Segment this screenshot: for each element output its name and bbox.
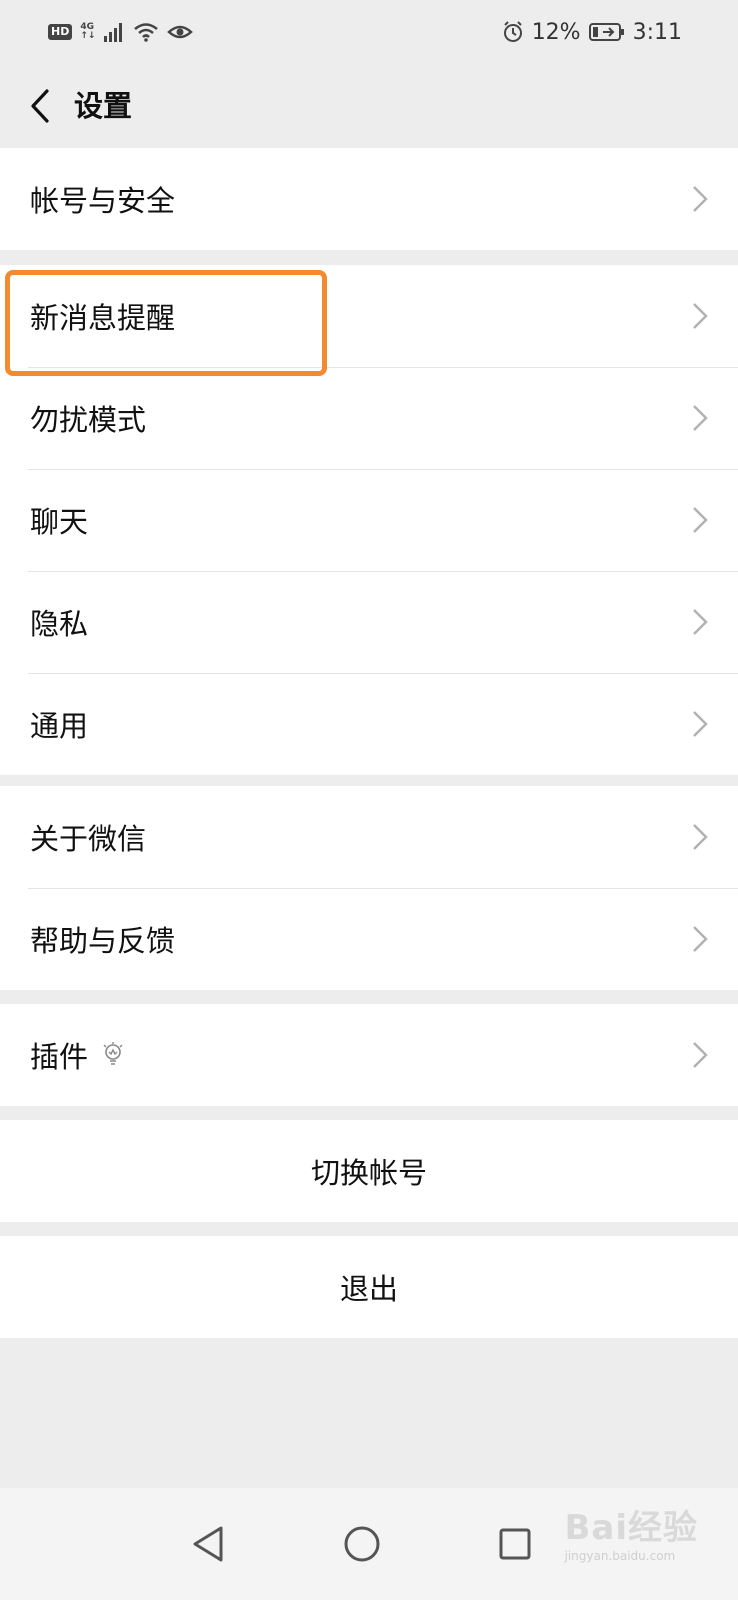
back-button[interactable] <box>18 82 62 130</box>
alarm-icon <box>503 21 522 42</box>
settings-group-plugins: 插件 <box>0 1004 738 1106</box>
settings-item-label: 关于微信 <box>30 822 147 856</box>
chevron-right-icon <box>693 824 708 850</box>
settings-item-label: 帐号与安全 <box>30 184 176 218</box>
chevron-right-icon <box>693 926 708 952</box>
chevron-right-icon <box>693 507 708 533</box>
chevron-right-icon <box>693 609 708 635</box>
system-home-button[interactable] <box>334 1516 390 1572</box>
back-triangle-icon <box>193 1526 223 1562</box>
battery-icon <box>588 23 624 41</box>
logout-button[interactable]: 退出 <box>0 1236 738 1338</box>
watermark-url: jingyan.baidu.com <box>564 1549 676 1563</box>
status-right: 12% 3:11 <box>502 16 682 48</box>
system-back-button[interactable] <box>180 1516 236 1572</box>
signal-icon <box>104 23 123 42</box>
chevron-right-icon <box>693 711 708 737</box>
settings-item-label: 隐私 <box>30 607 89 641</box>
settings-item-chat[interactable]: 聊天 <box>0 469 738 571</box>
switch-account-label: 切换帐号 <box>310 1156 427 1190</box>
watermark: Bai经验 jingyan.baidu.com <box>564 1500 698 1563</box>
page-title: 设置 <box>74 89 133 123</box>
home-circle-icon <box>344 1526 380 1562</box>
switch-account-button[interactable]: 切换帐号 <box>0 1120 738 1222</box>
chevron-right-icon <box>693 186 708 212</box>
network-indicator: 4G ↑↓ <box>80 22 96 41</box>
recents-square-icon <box>499 1528 531 1560</box>
settings-item-label: 聊天 <box>30 505 89 539</box>
settings-item-do-not-disturb[interactable]: 勿扰模式 <box>0 367 738 469</box>
hd-badge: HD <box>48 24 73 40</box>
settings-item-label: 通用 <box>30 709 89 743</box>
settings-group-account: 帐号与安全 <box>0 148 738 250</box>
settings-item-about-wechat[interactable]: 关于微信 <box>0 786 738 888</box>
eye-icon <box>167 25 194 39</box>
settings-item-account-security[interactable]: 帐号与安全 <box>0 148 738 250</box>
battery-percent: 12% <box>531 19 581 45</box>
chevron-right-icon <box>693 1042 708 1068</box>
system-recents-button[interactable] <box>487 1516 543 1572</box>
settings-item-general[interactable]: 通用 <box>0 673 738 775</box>
settings-item-help-feedback[interactable]: 帮助与反馈 <box>0 888 738 990</box>
settings-group-about: 关于微信 帮助与反馈 <box>0 786 738 990</box>
settings-item-label: 勿扰模式 <box>30 403 147 437</box>
nav-header: 设置 <box>0 64 738 148</box>
settings-group-main: 新消息提醒 勿扰模式 聊天 隐私 通用 <box>0 265 738 775</box>
chevron-right-icon <box>693 303 708 329</box>
lightbulb-icon <box>103 1042 123 1065</box>
status-left: HD 4G ↑↓ <box>48 16 194 48</box>
clock: 3:11 <box>632 19 682 45</box>
settings-item-new-message-notification[interactable]: 新消息提醒 <box>0 265 738 367</box>
settings-item-label: 帮助与反馈 <box>30 924 176 958</box>
settings-item-label: 新消息提醒 <box>30 301 176 335</box>
status-bar: HD 4G ↑↓ 12% 3:11 <box>0 0 738 64</box>
watermark-brand: Bai经验 <box>564 1508 698 1548</box>
logout-group: 退出 <box>0 1236 738 1338</box>
settings-item-plugins[interactable]: 插件 <box>0 1004 738 1106</box>
logout-label: 退出 <box>339 1272 398 1306</box>
chevron-right-icon <box>693 405 708 431</box>
chevron-left-icon <box>31 89 49 123</box>
wifi-icon <box>134 23 159 42</box>
settings-item-label: 插件 <box>30 1040 89 1074</box>
settings-item-privacy[interactable]: 隐私 <box>0 571 738 673</box>
switch-account-group: 切换帐号 <box>0 1120 738 1222</box>
